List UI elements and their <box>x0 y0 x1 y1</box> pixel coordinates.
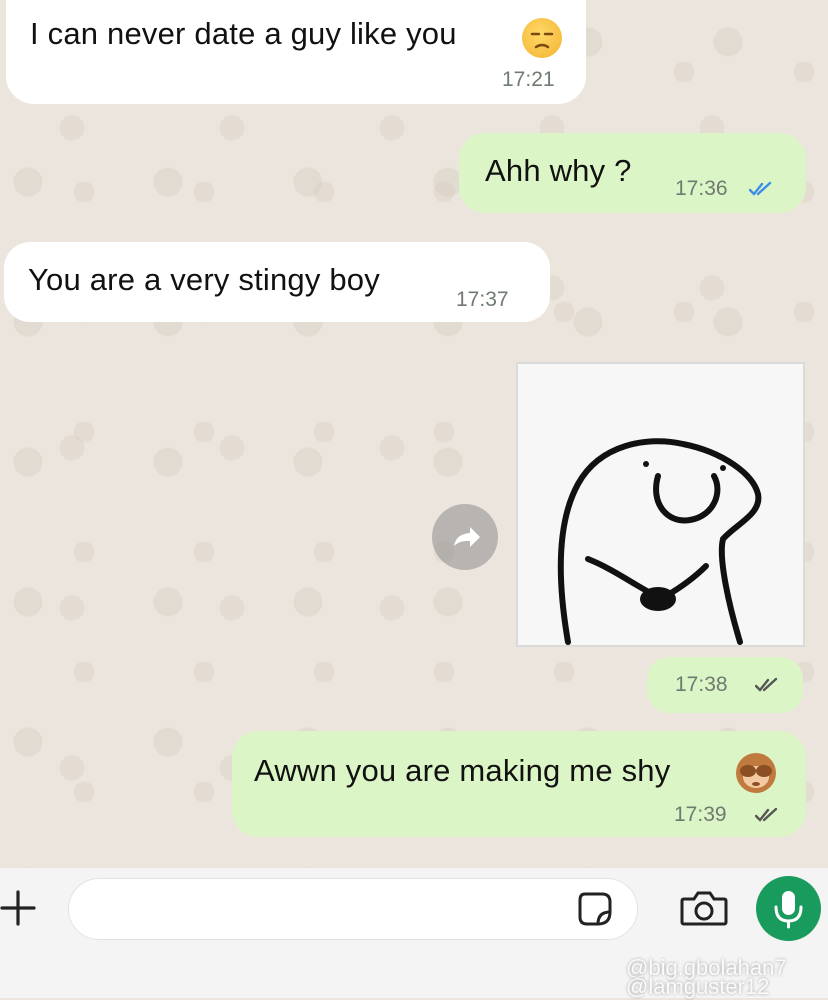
message-time: 17:39 <box>674 803 727 826</box>
message-time: 17:37 <box>456 288 509 311</box>
forward-arrow-icon <box>454 527 480 547</box>
message-text-input[interactable] <box>68 878 638 940</box>
read-double-check-icon <box>749 181 772 196</box>
sticker-icon[interactable] <box>576 890 614 928</box>
see-no-evil-monkey-emoji <box>736 753 776 793</box>
outgoing-message-bubble[interactable]: Ahh why ? 17:36 <box>459 133 806 213</box>
incoming-message-bubble[interactable]: I can never date a guy like you 17:21 <box>6 0 586 104</box>
message-time: 17:21 <box>502 68 555 91</box>
microphone-icon <box>774 891 803 929</box>
delivered-double-check-icon <box>755 807 778 822</box>
message-time: 17:36 <box>675 177 728 200</box>
unamused-face-emoji <box>522 18 562 58</box>
microphone-button[interactable] <box>756 876 821 941</box>
incoming-message-bubble[interactable]: You are a very stingy boy 17:37 <box>4 242 550 322</box>
message-time: 17:38 <box>675 673 728 696</box>
message-text: Awwn you are making me shy <box>254 753 671 788</box>
message-text: I can never date a guy like you <box>30 16 457 51</box>
camera-icon[interactable] <box>680 889 728 927</box>
plus-icon[interactable] <box>0 888 40 928</box>
delivered-double-check-icon <box>755 677 778 692</box>
watermark-line-2: @lamguster12 <box>626 974 770 999</box>
forward-button[interactable] <box>432 504 498 570</box>
sticker-drawing <box>557 438 762 645</box>
sticker-timestamp-bubble: 17:38 <box>647 657 803 713</box>
outgoing-message-bubble[interactable]: Awwn you are making me shy 17:39 <box>232 731 806 837</box>
message-text: You are a very stingy boy <box>28 262 380 297</box>
message-text: Ahh why ? <box>485 153 632 188</box>
shy-blob-sticker[interactable] <box>516 362 805 647</box>
